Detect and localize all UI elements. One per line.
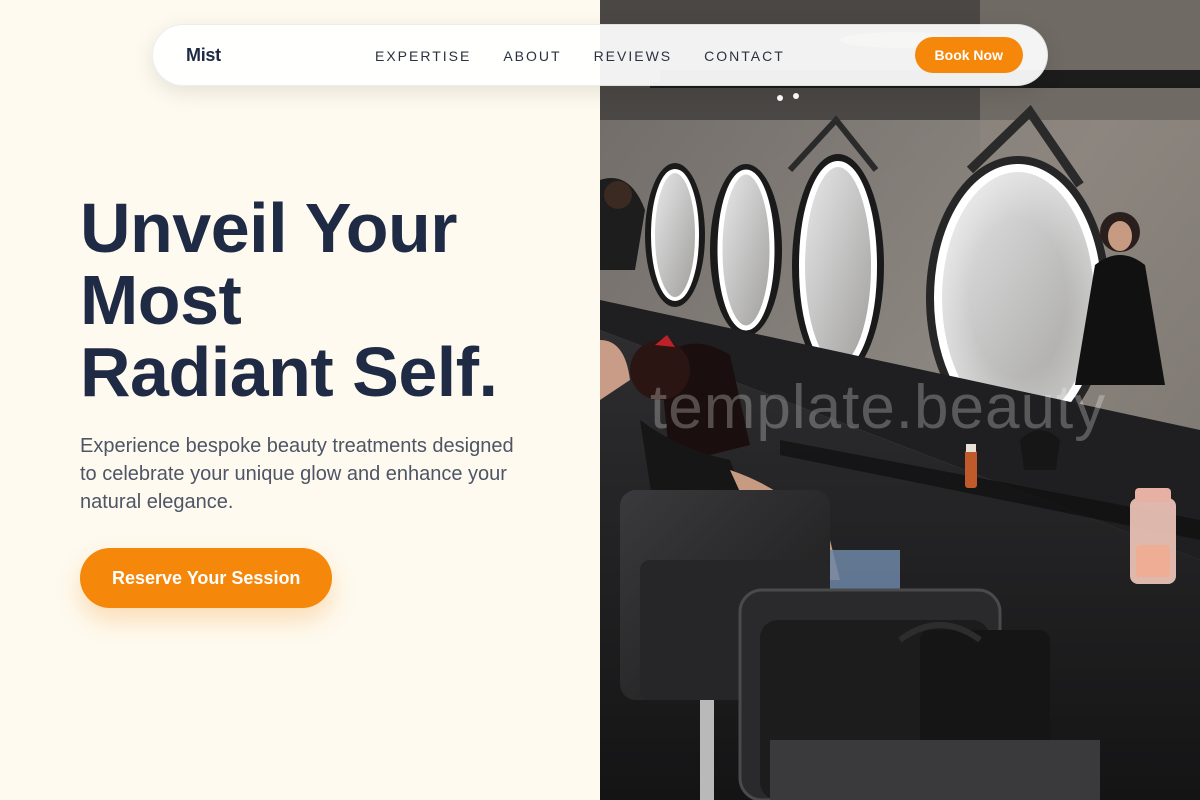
nav-link-contact[interactable]: CONTACT — [704, 48, 785, 64]
nav-link-reviews[interactable]: REVIEWS — [594, 48, 673, 64]
hero-subtitle: Experience bespoke beauty treatments des… — [80, 435, 514, 513]
brand-logo[interactable]: Mist — [186, 45, 221, 66]
top-nav: Mist EXPERTISE ABOUT REVIEWS CONTACT Boo… — [152, 24, 1048, 86]
hero-section: Unveil Your Most Radiant Self. Experienc… — [0, 0, 600, 800]
salon-hero-image: template.beauty — [600, 0, 1200, 800]
book-now-button[interactable]: Book Now — [914, 37, 1023, 73]
hero-title-line-1: Unveil Your — [80, 189, 458, 267]
reserve-session-button[interactable]: Reserve Your Session — [80, 548, 333, 608]
page: Mist EXPERTISE ABOUT REVIEWS CONTACT Boo… — [0, 0, 1200, 800]
hero-title: Unveil Your Most Radiant Self. — [80, 192, 560, 408]
hero-title-line-2: Most — [80, 261, 242, 339]
hero-title-line-3: Radiant Self. — [80, 333, 498, 411]
nav-link-expertise[interactable]: EXPERTISE — [375, 48, 471, 64]
salon-interior-illustration — [600, 0, 1200, 800]
nav-links: EXPERTISE ABOUT REVIEWS CONTACT — [375, 25, 785, 87]
nav-link-about[interactable]: ABOUT — [503, 48, 561, 64]
